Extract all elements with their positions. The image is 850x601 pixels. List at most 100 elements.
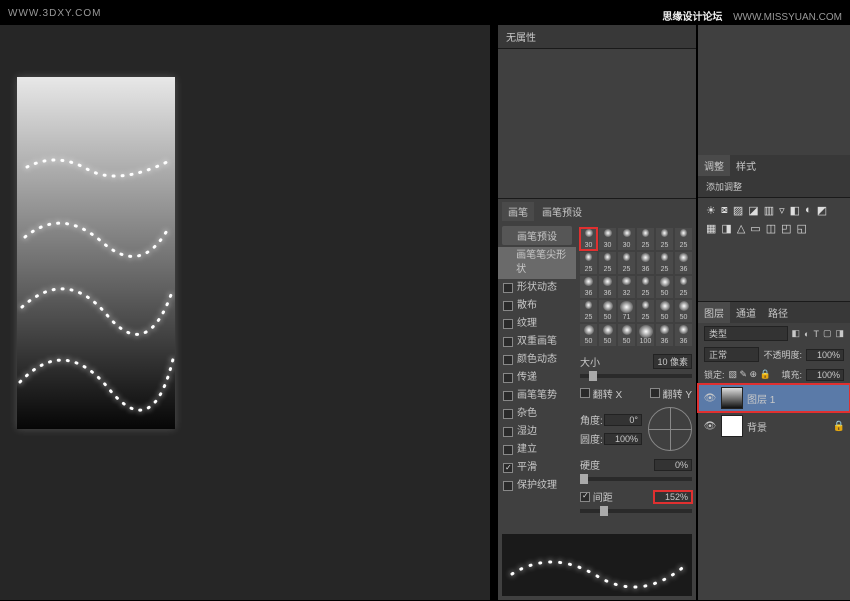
brush-tip-cell[interactable]: 36 xyxy=(656,324,673,346)
roundness-value[interactable]: 100% xyxy=(604,433,642,445)
blend-mode-select[interactable]: 正常 xyxy=(704,347,759,362)
adjustment-icon[interactable]: ◱ xyxy=(797,222,807,235)
canvas-workspace[interactable] xyxy=(0,25,490,600)
option-checkbox[interactable] xyxy=(503,463,513,473)
brush-option[interactable]: 散布 xyxy=(498,297,576,315)
hardness-slider[interactable] xyxy=(580,477,692,481)
document-canvas[interactable] xyxy=(17,77,175,429)
fill-value[interactable]: 100% xyxy=(806,369,844,381)
brush-tip-cell[interactable]: 30 xyxy=(599,228,616,250)
size-value[interactable]: 10 像素 xyxy=(653,354,692,369)
brush-tip-cell[interactable]: 50 xyxy=(618,324,635,346)
adjustment-icon[interactable]: ◧ xyxy=(790,204,800,217)
adjustment-icon[interactable]: ☀ xyxy=(706,204,716,217)
brush-preset-button[interactable]: 画笔预设 xyxy=(502,226,572,245)
layer-row-1[interactable]: 👁 图层 1 xyxy=(698,384,850,412)
brush-tip-cell[interactable]: 50 xyxy=(656,276,673,298)
brush-tip-cell[interactable]: 25 xyxy=(656,252,673,274)
tab-layers[interactable]: 图层 xyxy=(698,302,730,323)
brush-option[interactable]: 传递 xyxy=(498,369,576,387)
brush-tip-cell[interactable]: 25 xyxy=(618,252,635,274)
brush-tip-cell[interactable]: 25 xyxy=(637,300,654,322)
adjustment-icon[interactable]: ▦ xyxy=(706,222,716,235)
filter-icon[interactable]: ◨ xyxy=(835,328,844,339)
properties-panel-header[interactable]: 无属性 xyxy=(498,25,696,49)
brush-tip-cell[interactable]: 25 xyxy=(675,228,692,250)
opacity-value[interactable]: 100% xyxy=(806,349,844,361)
flipx-checkbox[interactable] xyxy=(580,388,590,398)
tab-paths[interactable]: 路径 xyxy=(762,302,794,323)
brush-tip-cell[interactable]: 25 xyxy=(599,252,616,274)
layer-thumbnail[interactable] xyxy=(721,415,743,437)
adjustment-icon[interactable]: ▿ xyxy=(779,204,785,217)
brush-option[interactable]: 双重画笔 xyxy=(498,333,576,351)
option-checkbox[interactable] xyxy=(503,355,513,365)
adjustment-icon[interactable]: △ xyxy=(737,222,745,235)
adjustment-icon[interactable]: ◐ xyxy=(805,204,812,217)
adjustment-icon[interactable]: ◪ xyxy=(748,204,758,217)
brush-option[interactable]: 平滑 xyxy=(498,459,576,477)
tab-adjustments[interactable]: 调整 xyxy=(698,155,730,176)
brush-tip-cell[interactable]: 25 xyxy=(637,276,654,298)
brush-option[interactable]: 保护纹理 xyxy=(498,477,576,495)
option-checkbox[interactable] xyxy=(503,283,513,293)
adjustment-icon[interactable]: ◨ xyxy=(721,222,731,235)
brush-tip-cell[interactable]: 50 xyxy=(675,300,692,322)
tab-channels[interactable]: 通道 xyxy=(730,302,762,323)
brush-option[interactable]: 纹理 xyxy=(498,315,576,333)
adjustment-icon[interactable]: ◰ xyxy=(781,222,791,235)
tab-brush[interactable]: 画笔 xyxy=(502,202,534,221)
layer-name[interactable]: 图层 1 xyxy=(747,391,775,406)
filter-icon[interactable]: ◧ xyxy=(792,328,801,339)
option-checkbox[interactable] xyxy=(503,481,513,491)
option-checkbox[interactable] xyxy=(503,391,513,401)
option-checkbox[interactable] xyxy=(503,427,513,437)
size-slider[interactable]: .slider::after{left:var(--p,0)} xyxy=(580,374,692,378)
hardness-value[interactable]: 0% xyxy=(654,459,692,471)
adjustment-icon[interactable]: ▥ xyxy=(764,204,774,217)
brush-tip-cell[interactable]: 50 xyxy=(599,300,616,322)
filter-icon[interactable]: ▢ xyxy=(823,328,832,339)
brush-option[interactable]: 画笔笔势 xyxy=(498,387,576,405)
option-checkbox[interactable] xyxy=(503,409,513,419)
brush-tip-cell[interactable]: 50 xyxy=(580,324,597,346)
option-checkbox[interactable] xyxy=(503,301,513,311)
brush-tip-cell[interactable]: 25 xyxy=(675,276,692,298)
adjustment-icon[interactable]: ◫ xyxy=(766,222,776,235)
brush-tip-cell[interactable]: 50 xyxy=(599,324,616,346)
layer-name[interactable]: 背景 xyxy=(747,419,767,434)
brush-tip-cell[interactable]: 36 xyxy=(675,324,692,346)
brush-tip-cell[interactable]: 25 xyxy=(580,300,597,322)
brush-tip-cell[interactable]: 25 xyxy=(580,252,597,274)
brush-tip-cell[interactable]: 32 xyxy=(618,276,635,298)
layer-filter-kind[interactable]: 类型 xyxy=(704,326,788,341)
angle-dial[interactable] xyxy=(648,407,692,451)
brush-tip-cell[interactable]: 25 xyxy=(656,228,673,250)
tab-styles[interactable]: 样式 xyxy=(730,155,762,176)
brush-tip-cell[interactable]: 36 xyxy=(637,252,654,274)
adjustment-icon[interactable]: ⧇ xyxy=(721,204,728,217)
brush-option[interactable]: 湿边 xyxy=(498,423,576,441)
adjustment-icon[interactable]: ▭ xyxy=(750,222,760,235)
option-checkbox[interactable] xyxy=(503,373,513,383)
brush-tip-cell[interactable]: 36 xyxy=(675,252,692,274)
brush-tip-cell[interactable]: 100 xyxy=(637,324,654,346)
layer-thumbnail[interactable] xyxy=(721,387,743,409)
option-checkbox[interactable] xyxy=(503,319,513,329)
angle-value[interactable]: 0° xyxy=(604,414,642,426)
brush-tip-cell[interactable]: 30 xyxy=(580,228,597,250)
option-checkbox[interactable] xyxy=(503,445,513,455)
brush-option[interactable]: 形状动态 xyxy=(498,279,576,297)
spacing-checkbox[interactable] xyxy=(580,492,590,502)
brush-tip-cell[interactable]: 50 xyxy=(656,300,673,322)
brush-tip-cell[interactable]: 71 xyxy=(618,300,635,322)
adjustment-icon[interactable]: ▨ xyxy=(733,204,743,217)
brush-tip-cell[interactable]: 36 xyxy=(599,276,616,298)
layer-row-background[interactable]: 👁 背景 🔒 xyxy=(698,412,850,440)
lock-icons[interactable]: ▧ ✎ ⊕ 🔒 xyxy=(729,369,771,380)
tab-brush-presets[interactable]: 画笔预设 xyxy=(536,202,588,221)
brush-option[interactable]: 建立 xyxy=(498,441,576,459)
visibility-icon[interactable]: 👁 xyxy=(703,393,717,404)
spacing-value[interactable]: 152% xyxy=(654,491,692,503)
flipy-checkbox[interactable] xyxy=(650,388,660,398)
